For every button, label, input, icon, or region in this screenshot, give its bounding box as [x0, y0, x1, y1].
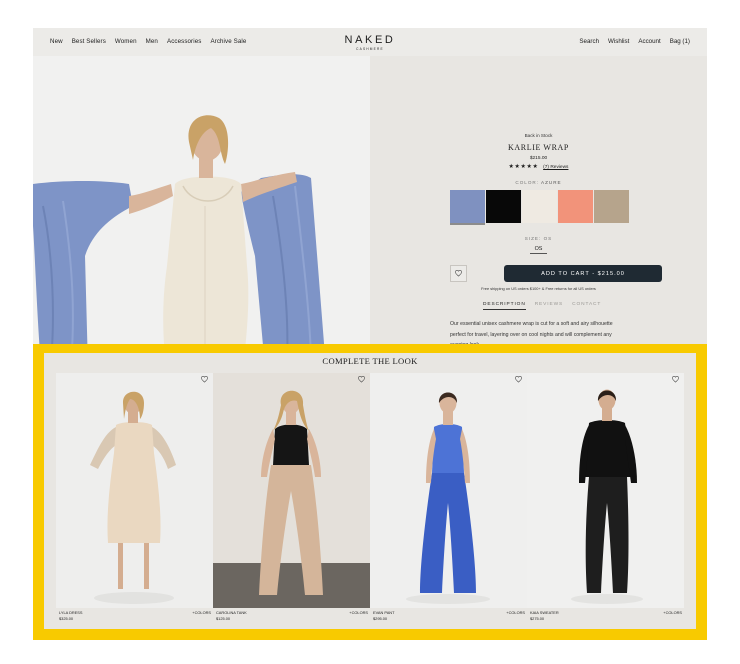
- more-colors-link[interactable]: +COLORS: [506, 610, 525, 616]
- logo[interactable]: NAKED CASHMERE: [337, 34, 403, 51]
- product-price: $325.00: [59, 616, 74, 621]
- color-label-row: COLOR: AZURE: [370, 180, 707, 185]
- model-illustration: [527, 373, 684, 608]
- product-info-panel: Back in Stock KARLIE WRAP $215.00 ★★★★★ …: [370, 56, 707, 372]
- product-meta: Carolina Tank $125.00 +COLORS: [216, 610, 369, 622]
- product-hero-image[interactable]: [33, 56, 370, 372]
- product-price: $125.00: [216, 616, 231, 621]
- star-rating: ★★★★★: [508, 164, 539, 170]
- product-card[interactable]: Kaia Sweater $275.00 +COLORS: [527, 373, 684, 621]
- product-meta: Lyla Dress $325.00 +COLORS: [59, 610, 212, 622]
- tab-description[interactable]: DESCRIPTION: [483, 302, 526, 310]
- color-swatches: [450, 190, 629, 223]
- product-card[interactable]: Carolina Tank $125.00 +COLORS: [213, 373, 370, 621]
- tab-contact[interactable]: CONTACT: [572, 302, 601, 310]
- shipping-note: Free shipping on US orders $100+ & Free …: [481, 286, 596, 291]
- nav-account[interactable]: Account: [638, 38, 660, 45]
- product-price: $275.00: [530, 616, 545, 621]
- heart-icon[interactable]: [515, 376, 522, 383]
- info-tabs: DESCRIPTION REVIEWS CONTACT: [483, 302, 601, 310]
- more-colors-link[interactable]: +COLORS: [192, 610, 211, 616]
- top-navigation: New Best Sellers Women Men Accessories A…: [33, 28, 707, 56]
- product-title: KARLIE WRAP: [508, 143, 569, 152]
- product-image[interactable]: [370, 373, 527, 608]
- swatch-taupe[interactable]: [594, 190, 629, 223]
- rating-row: ★★★★★ (7) Reviews: [370, 163, 707, 170]
- nav-best-sellers[interactable]: Best Sellers: [72, 38, 106, 45]
- swatch-azure[interactable]: [450, 190, 485, 223]
- nav-new[interactable]: New: [50, 38, 63, 45]
- product-price: $295.00: [373, 616, 388, 621]
- tab-reviews[interactable]: REVIEWS: [535, 302, 563, 310]
- product-image[interactable]: [213, 373, 370, 608]
- nav-wishlist[interactable]: Wishlist: [608, 38, 629, 45]
- heart-icon[interactable]: [358, 376, 365, 383]
- product-card[interactable]: Lyla Dress $325.00 +COLORS: [56, 373, 213, 621]
- nav-left: New Best Sellers Women Men Accessories A…: [50, 38, 246, 45]
- nav-archive-sale[interactable]: Archive Sale: [210, 38, 246, 45]
- nav-bag[interactable]: Bag (1): [670, 38, 690, 45]
- product-meta: Kaia Sweater $275.00 +COLORS: [530, 610, 683, 622]
- heart-icon[interactable]: [672, 376, 679, 383]
- model-illustration: [213, 373, 370, 608]
- logo-wordmark: NAKED: [344, 34, 396, 46]
- swatch-cream[interactable]: [522, 190, 557, 223]
- color-value: AZURE: [541, 180, 562, 185]
- nav-women[interactable]: Women: [115, 38, 137, 45]
- wishlist-button[interactable]: [450, 265, 467, 282]
- nav-men[interactable]: Men: [146, 38, 158, 45]
- product-card[interactable]: Evan Pant $295.00 +COLORS: [370, 373, 527, 621]
- reviews-link[interactable]: (7) Reviews: [543, 165, 568, 170]
- product-image[interactable]: [527, 373, 684, 608]
- hero-illustration: [33, 56, 370, 372]
- product-image[interactable]: [56, 373, 213, 608]
- section-title: COMPLETE THE LOOK: [322, 356, 418, 366]
- heart-icon: [455, 270, 462, 277]
- model-illustration: [56, 373, 213, 608]
- stock-status: Back in Stock: [524, 133, 553, 138]
- size-label: SIZE:: [524, 236, 542, 241]
- size-option-os[interactable]: OS: [530, 246, 547, 254]
- model-illustration: [370, 373, 527, 608]
- swatch-black[interactable]: [486, 190, 521, 223]
- nav-accessories[interactable]: Accessories: [167, 38, 201, 45]
- size-label-row: SIZE: OS: [370, 236, 707, 241]
- heart-icon[interactable]: [201, 376, 208, 383]
- color-label: COLOR:: [515, 180, 539, 185]
- logo-subtitle: CASHMERE: [356, 47, 384, 51]
- product-meta: Evan Pant $295.00 +COLORS: [373, 610, 526, 622]
- add-to-cart-button[interactable]: ADD TO CART - $215.00: [504, 265, 662, 282]
- nav-search[interactable]: Search: [579, 38, 599, 45]
- more-colors-link[interactable]: +COLORS: [663, 610, 682, 616]
- more-colors-link[interactable]: +COLORS: [349, 610, 368, 616]
- nav-right: Search Wishlist Account Bag (1): [579, 38, 690, 45]
- product-price: $215.00: [529, 156, 548, 161]
- swatch-coral[interactable]: [558, 190, 593, 223]
- size-value: OS: [543, 236, 553, 241]
- complete-the-look-section: COMPLETE THE LOOK Lyla Dress $325.00: [44, 353, 696, 629]
